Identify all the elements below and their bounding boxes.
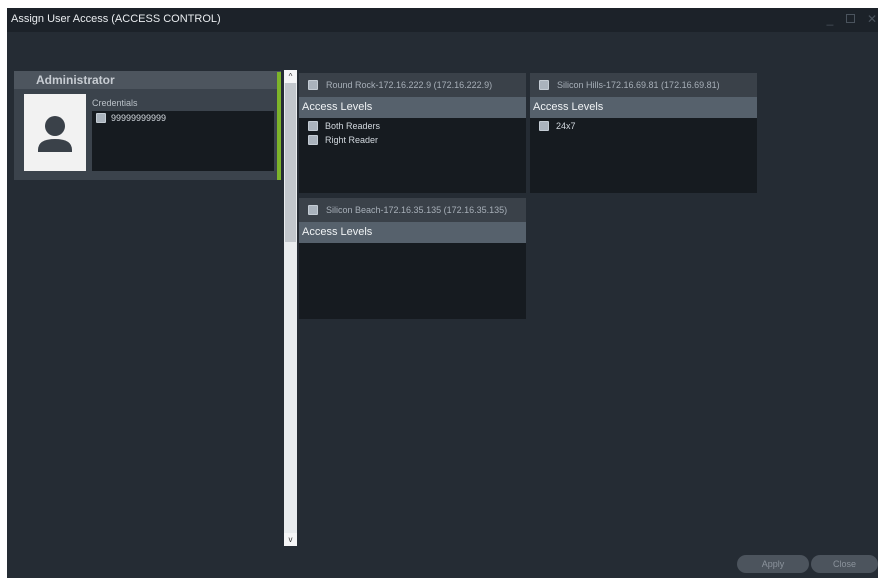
access-level-checkbox[interactable] [308, 120, 318, 131]
controller-select-checkbox[interactable] [308, 205, 318, 215]
access-level-list: Both Readers Right Reader [299, 118, 526, 146]
credentials-list: 99999999999 [92, 111, 274, 171]
controller-title: Round Rock-172.16.222.9 (172.16.222.9) [326, 80, 493, 90]
close-window-button[interactable]: ✕ [865, 12, 878, 26]
access-level-list: 24x7 [530, 118, 757, 132]
scroll-down-button[interactable]: v [284, 533, 297, 546]
access-level-item[interactable]: Both Readers [299, 119, 526, 132]
controller-select-checkbox[interactable] [308, 80, 318, 90]
credential-number: 99999999999 [111, 113, 167, 123]
avatar [24, 94, 86, 171]
controller-select-checkbox[interactable] [539, 80, 549, 90]
close-button[interactable]: Close [811, 555, 878, 573]
access-level-item[interactable]: Right Reader [299, 133, 526, 146]
credential-item[interactable]: 99999999999 [96, 112, 166, 124]
access-levels-header: Access Levels [299, 222, 526, 243]
controller-title: Silicon Hills-172.16.69.81 (172.16.69.81… [557, 80, 720, 90]
window-title: Assign User Access (ACCESS CONTROL) [11, 13, 221, 25]
user-name: Administrator [36, 73, 115, 87]
controller-panel-round-rock: Round Rock-172.16.222.9 (172.16.222.9) A… [299, 73, 526, 193]
scroll-thumb[interactable] [285, 83, 296, 242]
access-level-checkbox[interactable] [308, 134, 318, 145]
controller-panel-silicon-hills: Silicon Hills-172.16.69.81 (172.16.69.81… [530, 73, 757, 193]
access-levels-label: Access Levels [533, 101, 604, 113]
selection-indicator [277, 72, 281, 180]
scroll-up-button[interactable]: ^ [284, 70, 297, 83]
user-card-header: Administrator [14, 71, 281, 89]
controller-header: Round Rock-172.16.222.9 (172.16.222.9) [299, 73, 526, 97]
apply-button[interactable]: Apply [737, 555, 809, 573]
credentials-label: Credentials [92, 98, 138, 108]
access-level-label: 24x7 [556, 120, 576, 131]
controller-title: Silicon Beach-172.16.35.135 (172.16.35.1… [326, 205, 508, 215]
controller-header: Silicon Hills-172.16.69.81 (172.16.69.81… [530, 73, 757, 97]
access-levels-header: Access Levels [299, 97, 526, 118]
credential-checkbox[interactable] [96, 113, 106, 123]
user-card-administrator[interactable]: Administrator Credentials 99999999999 [14, 71, 281, 180]
maximize-icon [845, 14, 855, 23]
access-level-item[interactable]: 24x7 [530, 119, 757, 132]
user-silhouette-icon [38, 116, 72, 152]
access-level-label: Both Readers [325, 120, 381, 131]
access-levels-label: Access Levels [302, 226, 373, 238]
controller-panel-silicon-beach: Silicon Beach-172.16.35.135 (172.16.35.1… [299, 198, 526, 319]
assign-user-access-window: Assign User Access (ACCESS CONTROL) _ ✕ … [7, 8, 878, 578]
access-levels-header: Access Levels [530, 97, 757, 118]
access-level-checkbox[interactable] [539, 120, 549, 131]
title-bar: Assign User Access (ACCESS CONTROL) _ ✕ [7, 8, 878, 32]
vertical-scrollbar[interactable]: ^ v [284, 70, 297, 546]
maximize-button[interactable] [843, 12, 857, 26]
access-level-label: Right Reader [325, 134, 379, 145]
controller-header: Silicon Beach-172.16.35.135 (172.16.35.1… [299, 198, 526, 222]
access-levels-label: Access Levels [302, 101, 373, 113]
minimize-button[interactable]: _ [823, 12, 837, 26]
